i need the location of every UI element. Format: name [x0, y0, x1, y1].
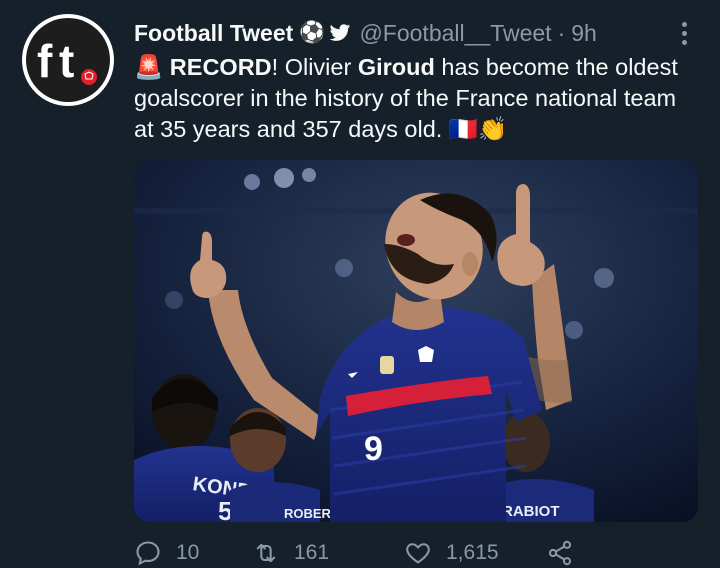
avatar[interactable]: f t [22, 14, 114, 106]
handle[interactable]: @Football__Tweet [359, 18, 551, 48]
display-name[interactable]: Football Tweet [134, 18, 293, 48]
football-tweet-logo: f t [26, 18, 110, 102]
retweet-button[interactable]: 161 [252, 539, 404, 567]
twitter-bird-icon [329, 23, 351, 43]
ft-logo-icon: f t [37, 35, 97, 87]
siren-emoji: 🚨 [134, 54, 164, 80]
tweet-text: 🚨 RECORD! Olivier Giroud has become the … [134, 52, 694, 145]
timestamp[interactable]: 9h [571, 18, 597, 48]
share-icon [548, 540, 572, 566]
retweet-count: 161 [294, 541, 330, 564]
reply-icon [136, 541, 160, 566]
tweet[interactable]: f t Football Tweet ⚽ @Football__Tweet · … [0, 0, 720, 568]
flag-clap-emoji: 🇫🇷👏 [448, 116, 508, 142]
svg-text:RABIOT: RABIOT [502, 503, 560, 520]
tweet-actions: 10 161 1,615 [134, 538, 614, 568]
svg-text:t: t [59, 35, 74, 87]
text-giroud: Giroud [357, 54, 435, 80]
more-options-icon[interactable] [674, 18, 694, 48]
reply-button[interactable]: 10 [134, 539, 252, 567]
tweet-photo[interactable]: KONDE 5 ROBERT RABIOT 9 [134, 160, 698, 522]
tweet-header: Football Tweet ⚽ @Football__Tweet · 9h [134, 18, 660, 48]
share-button[interactable] [546, 539, 588, 567]
like-count: 1,615 [446, 541, 499, 564]
like-button[interactable]: 1,615 [404, 539, 546, 567]
retweet-icon [256, 543, 276, 563]
heart-icon [406, 543, 430, 564]
svg-text:9: 9 [364, 430, 383, 468]
reply-count: 10 [176, 541, 200, 564]
svg-text:f: f [37, 35, 53, 87]
text-record: RECORD [169, 54, 272, 80]
separator-dot: · [557, 20, 566, 46]
soccer-ball-icon: ⚽ [299, 21, 326, 44]
player-celebration-photo: KONDE 5 ROBERT RABIOT 9 [134, 160, 698, 522]
text-part-1: ! Olivier [271, 54, 358, 80]
